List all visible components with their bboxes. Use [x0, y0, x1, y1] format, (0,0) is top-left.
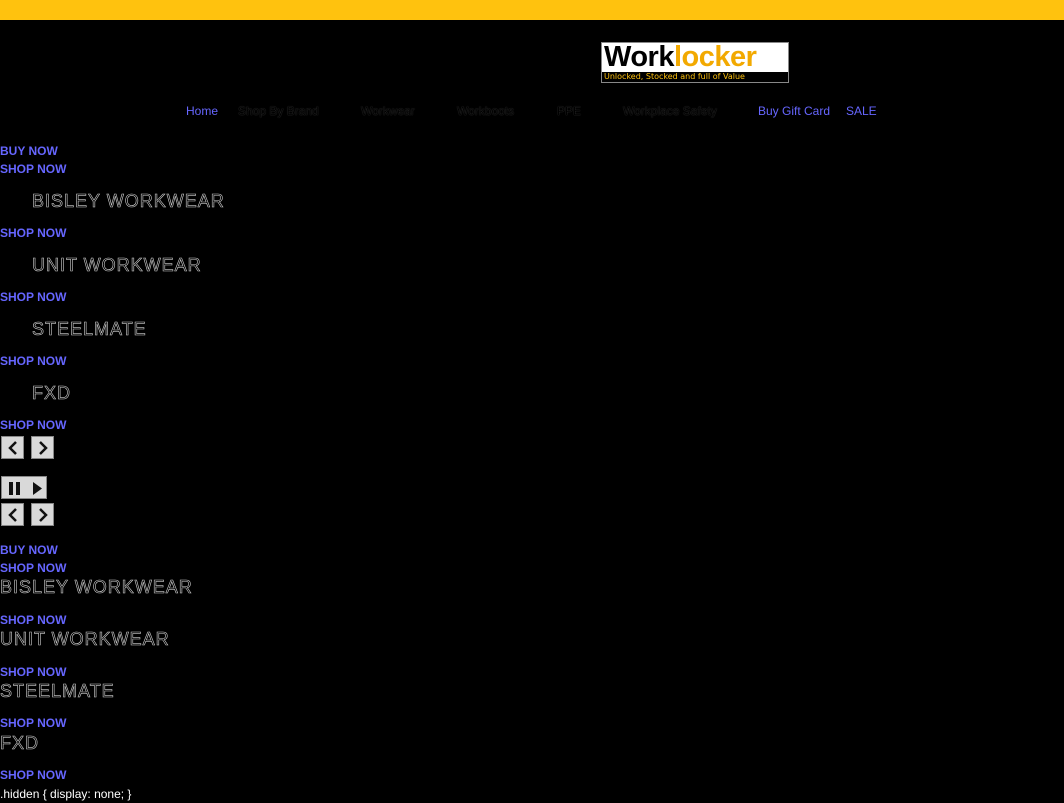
nav-workboots[interactable]: Workboots: [457, 104, 514, 118]
slide-brand-title: STEELMATE: [32, 319, 147, 340]
nav-sale[interactable]: SALE: [846, 104, 877, 118]
shop-now-link[interactable]: SHOP NOW: [0, 716, 66, 730]
nav-buy-gift-card[interactable]: Buy Gift Card: [758, 104, 830, 118]
shop-now-link[interactable]: SHOP NOW: [0, 561, 66, 575]
shop-now-link[interactable]: SHOP NOW: [0, 354, 66, 368]
nav-home[interactable]: Home: [186, 104, 218, 118]
slide-brand-title: STEELMATE: [0, 681, 115, 702]
slide-brand-title: UNIT WORKWEAR: [0, 629, 170, 650]
nav-workplace-safety[interactable]: Workplace Safety: [623, 104, 717, 118]
slider-prev-button[interactable]: [1, 503, 24, 526]
logo-wordmark: Worklocker: [604, 41, 757, 74]
slide-brand-title: UNIT WORKWEAR: [32, 255, 202, 276]
slider-next-button[interactable]: [31, 436, 54, 459]
chevron-right-icon: [38, 440, 48, 455]
worklocker-logo[interactable]: Worklocker Unlocked, Stocked and full of…: [601, 41, 789, 83]
top-accent-bar: [0, 0, 1064, 20]
slider-prev-button[interactable]: [1, 436, 24, 459]
chevron-right-icon: [38, 507, 48, 522]
pause-icon: [9, 482, 13, 495]
shop-now-link[interactable]: SHOP NOW: [0, 290, 66, 304]
raw-css-text: .hidden { display: none; }: [0, 787, 132, 801]
chevron-left-icon: [7, 440, 17, 455]
shop-now-link[interactable]: SHOP NOW: [0, 768, 66, 782]
slide-brand-title: BISLEY WORKWEAR: [32, 191, 225, 212]
shop-now-link[interactable]: SHOP NOW: [0, 162, 66, 176]
play-icon: [33, 482, 42, 495]
slider-play-pause-control[interactable]: [1, 476, 47, 499]
buy-now-link[interactable]: BUY NOW: [0, 543, 58, 557]
logo-tagline: Unlocked, Stocked and full of Value: [602, 72, 788, 82]
pause-play-icons: [9, 482, 42, 495]
slide-brand-title: FXD: [32, 383, 71, 404]
shop-now-link[interactable]: SHOP NOW: [0, 665, 66, 679]
logo-word-locker: locker: [673, 41, 757, 73]
shop-now-link[interactable]: SHOP NOW: [0, 226, 66, 240]
nav-ppe[interactable]: PPE: [557, 104, 581, 118]
shop-now-link[interactable]: SHOP NOW: [0, 613, 66, 627]
shop-now-link[interactable]: SHOP NOW: [0, 418, 66, 432]
logo-word-work: Work: [604, 41, 674, 73]
nav-workwear[interactable]: Workwear: [361, 104, 415, 118]
slide-brand-title: BISLEY WORKWEAR: [0, 577, 193, 598]
chevron-left-icon: [7, 507, 17, 522]
slide-brand-title: FXD: [0, 733, 39, 754]
buy-now-link[interactable]: BUY NOW: [0, 144, 58, 158]
slider-next-button[interactable]: [31, 503, 54, 526]
nav-shop-by-brand[interactable]: Shop By Brand: [238, 104, 319, 118]
